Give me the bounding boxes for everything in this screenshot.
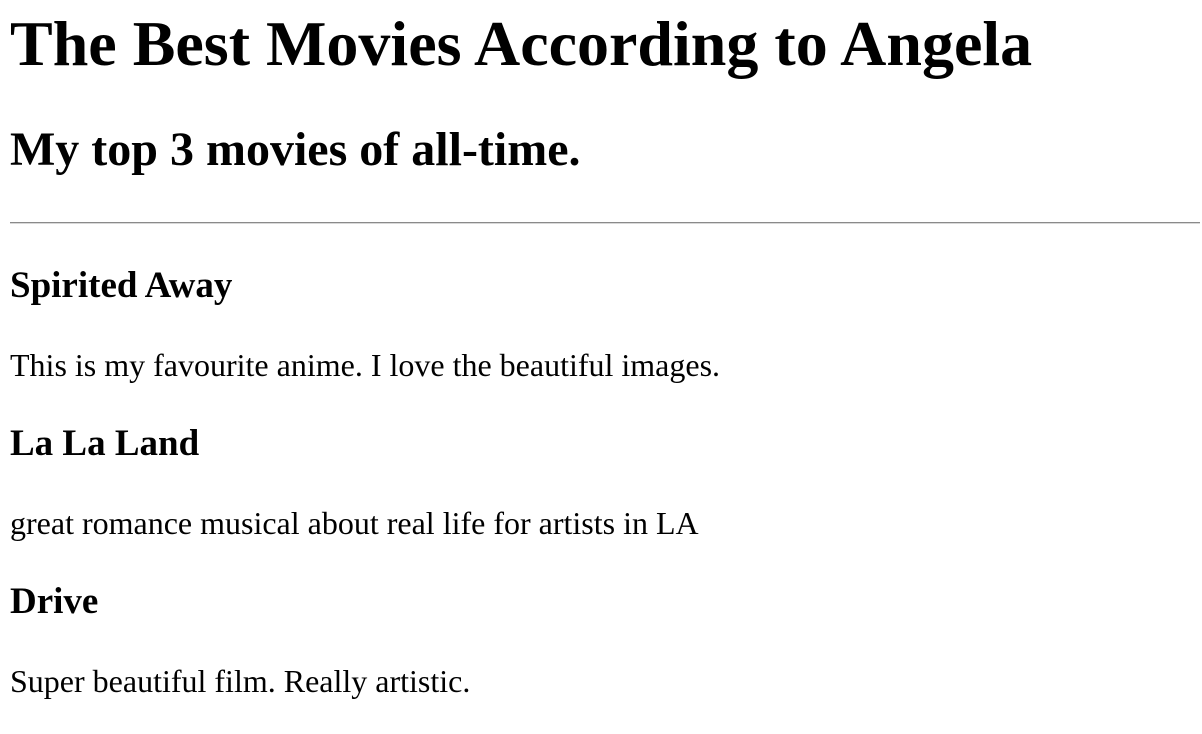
movie-description: This is my favourite anime. I love the b… <box>10 347 721 383</box>
movie-item-la-la-land: La La Land great romance musical about r… <box>10 422 1192 542</box>
movie-description: Super beautiful film. Really artistic. <box>10 663 471 699</box>
divider <box>10 222 1200 224</box>
movie-description: great romance musical about real life fo… <box>10 505 699 541</box>
movie-title: Drive <box>10 581 99 622</box>
movie-title: Spirited Away <box>10 265 233 306</box>
movie-item-drive: Drive Super beautiful film. Really artis… <box>10 580 1192 700</box>
page-subtitle: My top 3 movies of all-time. <box>10 123 581 176</box>
movie-item-spirited-away: Spirited Away This is my favourite anime… <box>10 264 1192 384</box>
page-title: The Best Movies According to Angela <box>10 8 1033 79</box>
movie-title: La La Land <box>10 423 200 464</box>
